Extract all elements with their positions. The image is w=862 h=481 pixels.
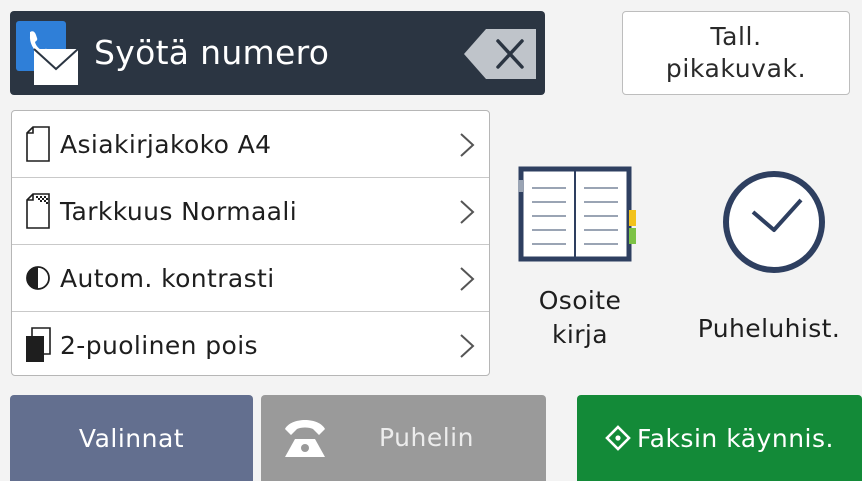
setting-label-duplex: 2-puolinen pois: [60, 330, 258, 360]
resolution-document-icon: [24, 191, 52, 231]
address-book-icon: [518, 166, 636, 262]
setting-row-contrast[interactable]: Autom. kontrasti: [12, 245, 489, 312]
options-button[interactable]: Valinnat: [10, 395, 253, 481]
setting-row-duplex[interactable]: 2-puolinen pois: [12, 312, 489, 375]
call-history-button[interactable]: Puheluhist.: [678, 160, 860, 370]
setting-label-contrast: Autom. kontrasti: [60, 263, 275, 293]
fax-start-button[interactable]: Faksin käynnis.: [577, 395, 862, 481]
chevron-right-icon: [460, 267, 475, 291]
address-book-label-line1: Osoite: [538, 286, 622, 315]
hook-label: Puhelin: [379, 423, 474, 452]
contrast-icon: [24, 258, 52, 298]
call-history-label: Puheluhist.: [697, 314, 841, 343]
fax-icon: [16, 21, 79, 85]
document-icon: [24, 124, 52, 164]
options-label: Valinnat: [78, 423, 185, 453]
backspace-icon[interactable]: [464, 29, 536, 79]
address-book-label-line2: kirja: [552, 320, 608, 349]
chevron-right-icon: [460, 133, 475, 157]
setting-row-document-size[interactable]: Asiakirjakoko A4: [12, 111, 489, 178]
start-diamond-icon: [605, 425, 631, 451]
hook-button[interactable]: Puhelin: [261, 395, 546, 481]
setting-label-document-size: Asiakirjakoko A4: [60, 129, 272, 159]
clock-icon: [723, 171, 825, 273]
save-shortcut-label-line2: pikakuvak.: [665, 54, 807, 83]
setting-label-resolution: Tarkkuus Normaali: [60, 196, 298, 226]
address-book-button[interactable]: Osoite kirja: [505, 160, 655, 370]
save-shortcut-label-line1: Tall.: [710, 22, 762, 51]
number-entry-label: Syötä numero: [94, 33, 330, 72]
chevron-right-icon: [460, 334, 475, 358]
number-entry-bar[interactable]: Syötä numero: [10, 11, 545, 95]
fax-start-label: Faksin käynnis.: [637, 423, 834, 453]
chevron-right-icon: [460, 200, 475, 224]
duplex-icon: [24, 325, 52, 365]
setting-row-resolution[interactable]: Tarkkuus Normaali: [12, 178, 489, 245]
phone-handset-icon: [285, 420, 325, 457]
fax-settings-list: Asiakirjakoko A4 Tarkkuus Normaali Autom…: [11, 110, 490, 376]
address-book-label: Osoite kirja: [505, 284, 655, 352]
save-shortcut-button[interactable]: Tall. pikakuvak.: [622, 11, 850, 95]
